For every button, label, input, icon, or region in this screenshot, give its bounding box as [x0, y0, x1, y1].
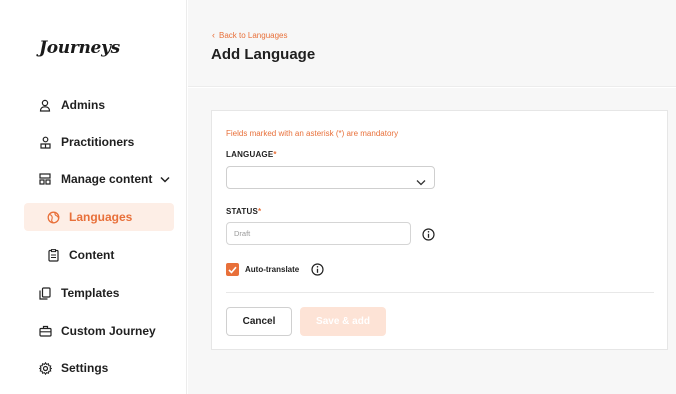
auto-translate-label: Auto-translate — [245, 265, 300, 274]
chevron-down-icon — [160, 176, 170, 183]
mandatory-note: Fields marked with an asterisk (*) are m… — [226, 129, 399, 138]
sidebar-item-admins[interactable]: Admins — [24, 91, 174, 119]
sidebar-item-label: Templates — [61, 286, 120, 300]
language-select[interactable] — [226, 166, 435, 189]
divider — [226, 292, 654, 293]
chevron-left-icon: ‹ — [212, 30, 215, 40]
content-grid-icon — [38, 172, 52, 186]
templates-icon — [38, 286, 52, 300]
sidebar-item-label: Practitioners — [61, 135, 135, 149]
status-label: STATUS* — [226, 207, 262, 216]
sidebar-item-label: Admins — [61, 98, 106, 112]
user-icon — [38, 98, 52, 112]
back-to-languages-link[interactable]: ‹ Back to Languages — [212, 30, 288, 40]
info-icon[interactable] — [422, 228, 435, 241]
auto-translate-row: Auto-translate — [226, 263, 324, 276]
add-language-form: Fields marked with an asterisk (*) are m… — [211, 110, 668, 350]
required-mark: * — [273, 150, 277, 159]
sidebar-item-label: Settings — [61, 361, 109, 375]
sidebar-item-manage-content[interactable]: Manage content — [24, 165, 174, 193]
sidebar-item-practitioners[interactable]: Practitioners — [24, 128, 174, 156]
check-icon — [228, 266, 237, 274]
sidebar-item-content[interactable]: Content — [24, 241, 174, 269]
briefcase-icon — [38, 324, 52, 338]
sidebar-item-templates[interactable]: Templates — [24, 279, 174, 307]
sidebar-item-languages[interactable]: Languages — [24, 203, 174, 231]
auto-translate-checkbox[interactable] — [226, 263, 239, 276]
required-mark: * — [258, 207, 262, 216]
chevron-down-icon — [416, 173, 426, 191]
cancel-button[interactable]: Cancel — [226, 307, 292, 336]
page-title: Add Language — [211, 46, 316, 63]
users-icon — [38, 135, 52, 149]
sidebar: Journeys Admins Practitioners Manage con… — [0, 0, 187, 394]
language-label: LANGUAGE* — [226, 150, 277, 159]
globe-icon — [46, 210, 60, 224]
sidebar-item-settings[interactable]: Settings — [24, 354, 174, 382]
sidebar-item-label: Languages — [69, 210, 133, 224]
page-header: ‹ Back to Languages Add Language — [188, 0, 676, 87]
info-icon[interactable] — [311, 263, 324, 276]
back-link-label: Back to Languages — [219, 30, 288, 40]
status-field: Draft — [226, 222, 411, 245]
sidebar-item-label: Manage content — [61, 172, 153, 186]
sidebar-item-custom-journey[interactable]: Custom Journey — [24, 317, 174, 345]
save-and-add-button[interactable]: Save & add — [300, 307, 386, 336]
logo: Journeys — [39, 38, 120, 58]
gear-icon — [38, 361, 52, 375]
main-content: Fields marked with an asterisk (*) are m… — [188, 88, 676, 394]
sidebar-item-label: Content — [69, 248, 115, 262]
document-icon — [46, 248, 60, 262]
sidebar-item-label: Custom Journey — [61, 324, 156, 338]
